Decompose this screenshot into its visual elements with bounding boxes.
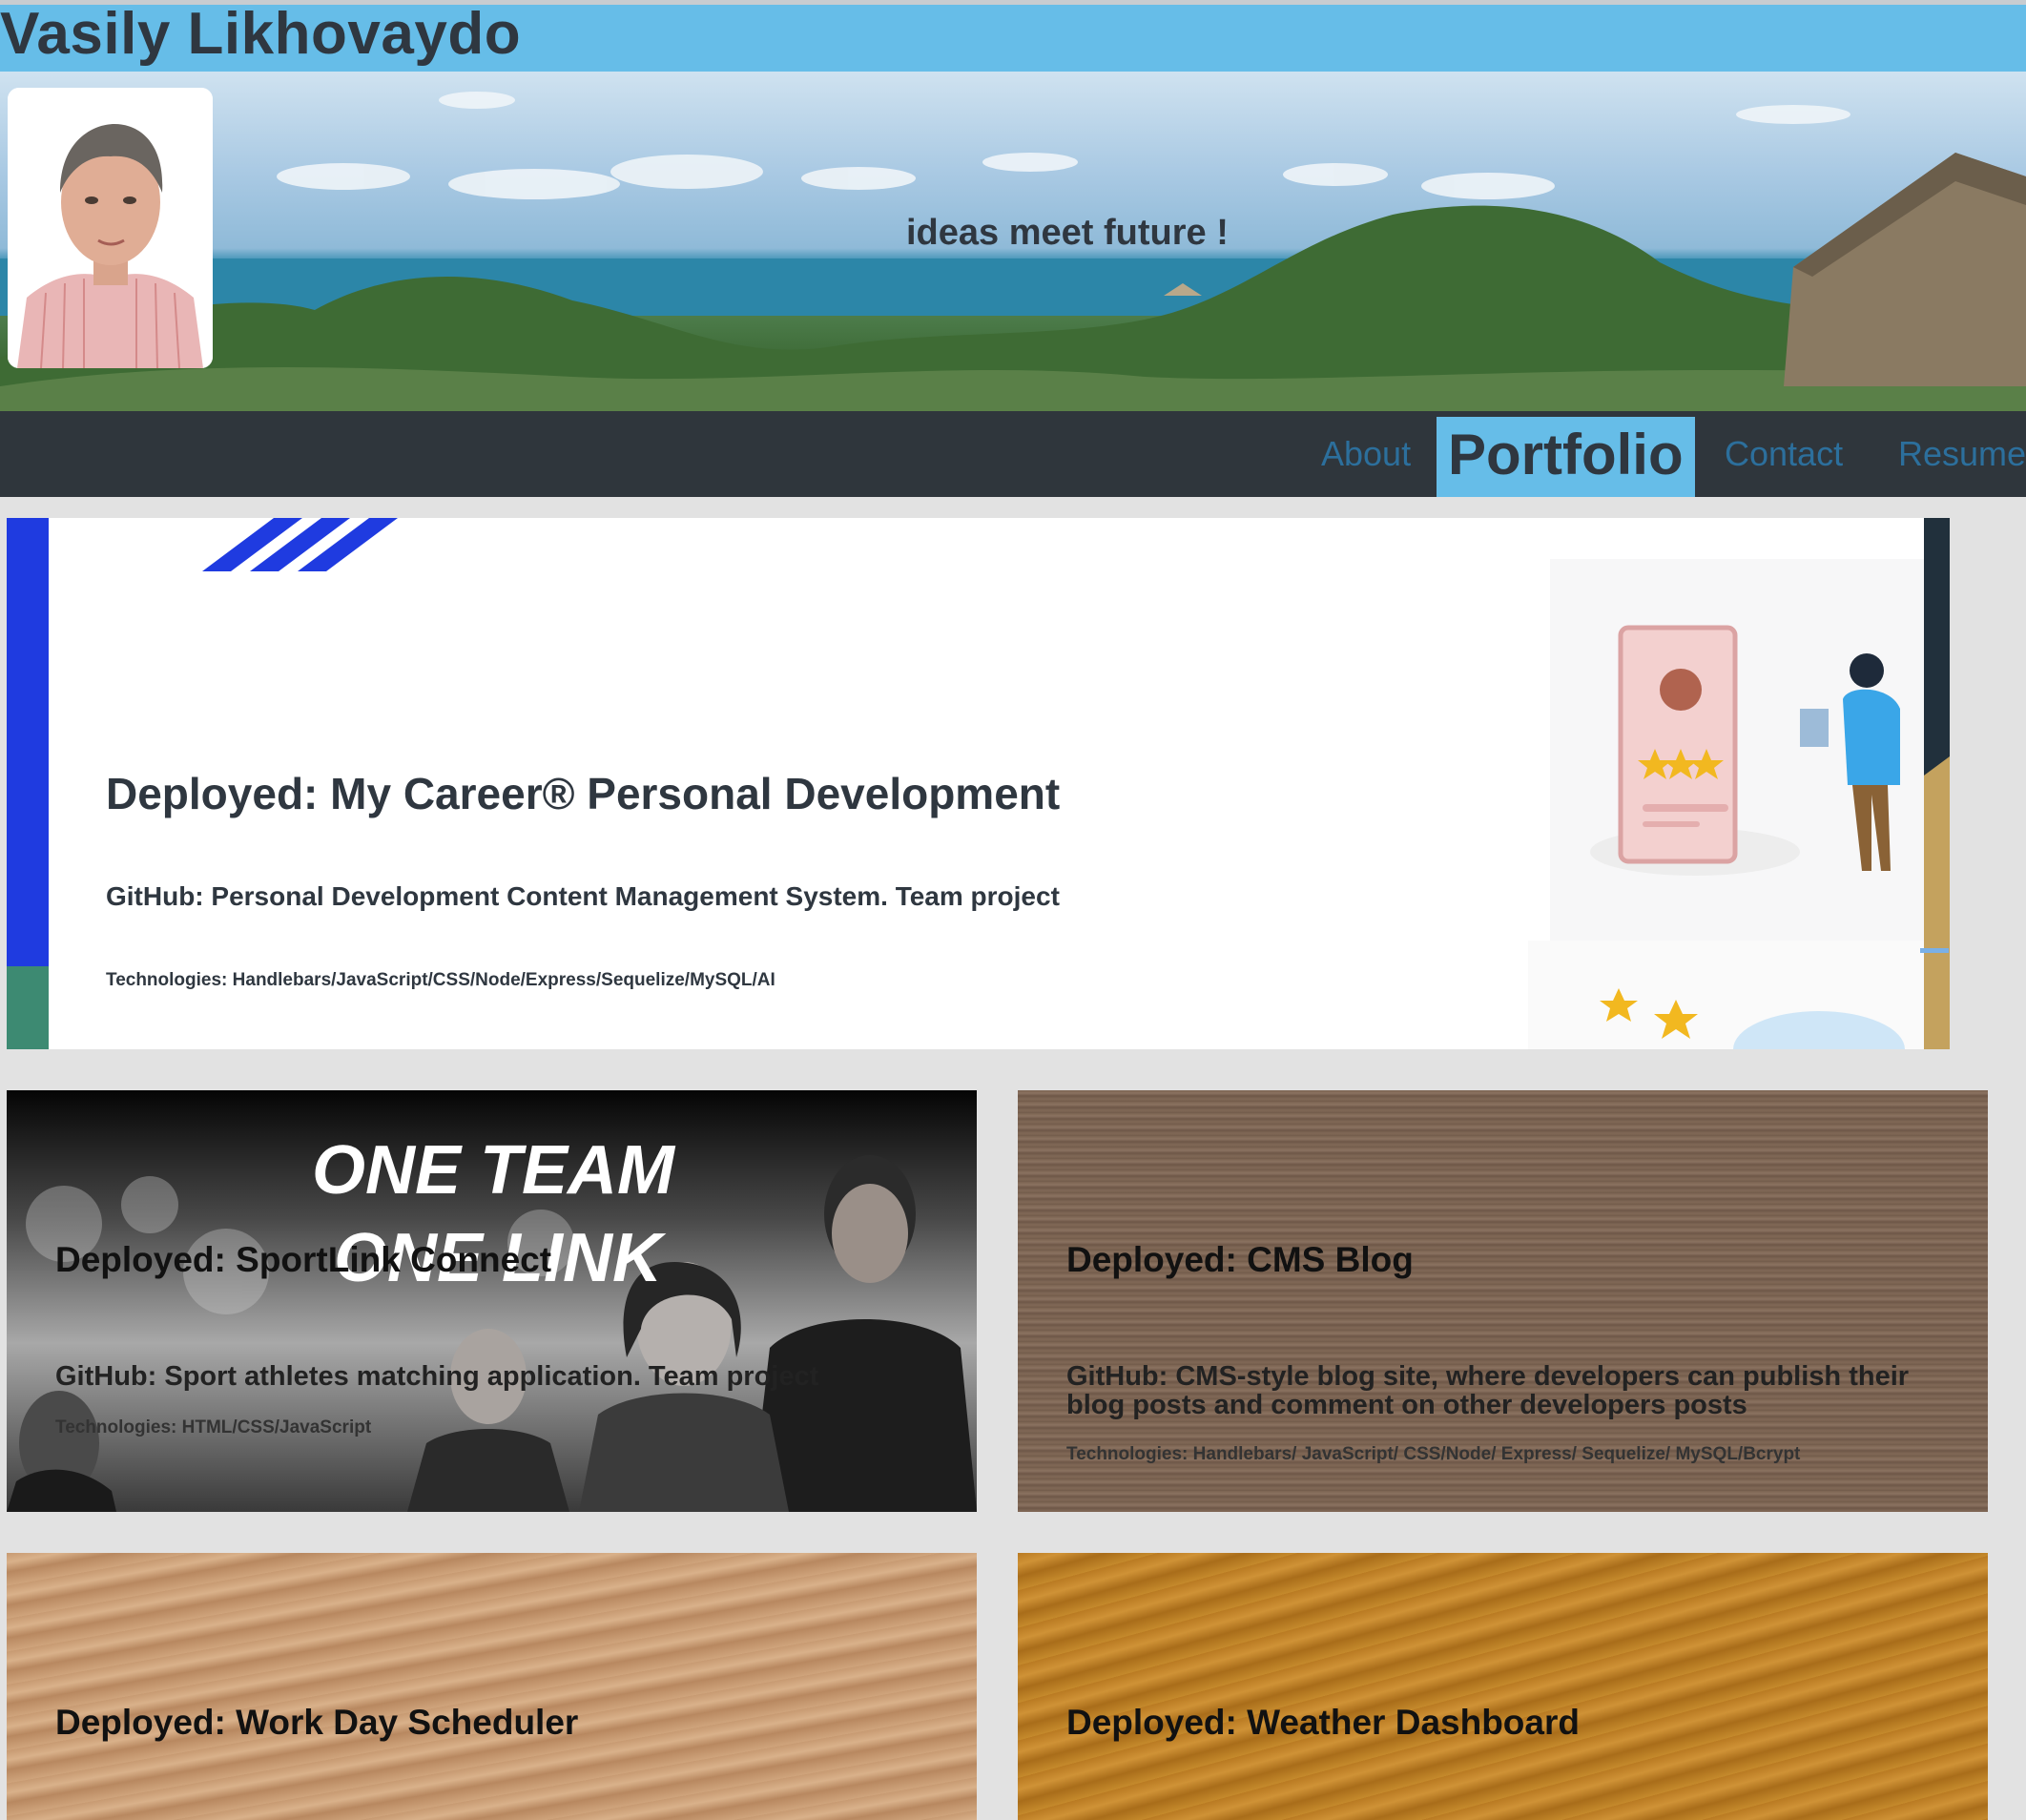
nav-resume[interactable]: Resume xyxy=(1898,411,2026,497)
project-card-sportlink[interactable]: ONE TEAM ONE LINK Deployed: SportLink Co… xyxy=(7,1090,977,1512)
project-technologies: Technologies: HTML/CSS/JavaScript xyxy=(55,1417,372,1437)
project-card-my-career[interactable]: Deployed: My Career® Personal Developmen… xyxy=(7,518,1950,1049)
site-header: Vasily Likhovaydo xyxy=(0,5,2026,72)
project-title[interactable]: Deployed: Work Day Scheduler xyxy=(55,1703,578,1743)
project-title[interactable]: Deployed: Weather Dashboard xyxy=(1066,1703,1580,1743)
project-github-link[interactable]: GitHub: Sport athletes matching applicat… xyxy=(55,1362,818,1391)
project-title[interactable]: Deployed: My Career® Personal Developmen… xyxy=(106,768,1060,819)
project-github-link[interactable]: GitHub: CMS-style blog site, where devel… xyxy=(1066,1362,1973,1419)
avatar xyxy=(8,88,213,368)
profile-photo xyxy=(8,88,213,368)
project-card-cms-blog[interactable]: Deployed: CMS Blog GitHub: CMS-style blo… xyxy=(1018,1090,1988,1512)
project-github-link[interactable]: GitHub: Personal Development Content Man… xyxy=(106,881,1060,912)
nav-portfolio[interactable]: Portfolio xyxy=(1437,417,1695,497)
project-title[interactable]: Deployed: SportLink Connect xyxy=(55,1240,551,1280)
sportlink-logo-line1: ONE TEAM xyxy=(312,1132,676,1209)
project-technologies: Technologies: Handlebars/ JavaScript/ CS… xyxy=(1066,1444,1801,1464)
tagline: ideas meet future ! xyxy=(906,213,1229,253)
hero-banner: ideas meet future ! xyxy=(0,72,2026,411)
project-technologies: Technologies: Handlebars/JavaScript/CSS/… xyxy=(106,970,775,990)
nav-contact[interactable]: Contact xyxy=(1725,411,1843,497)
site-title: Vasily Likhovaydo xyxy=(0,1,522,67)
nav-about[interactable]: About xyxy=(1321,411,1411,497)
project-card-weather-dashboard[interactable]: Deployed: Weather Dashboard xyxy=(1018,1553,1988,1820)
project-card-work-day-scheduler[interactable]: Deployed: Work Day Scheduler xyxy=(7,1553,977,1820)
main-nav: About Portfolio Contact Resume xyxy=(0,411,2026,497)
project-title[interactable]: Deployed: CMS Blog xyxy=(1066,1240,1414,1280)
project-background-image: ONE TEAM ONE LINK xyxy=(7,1090,977,1512)
